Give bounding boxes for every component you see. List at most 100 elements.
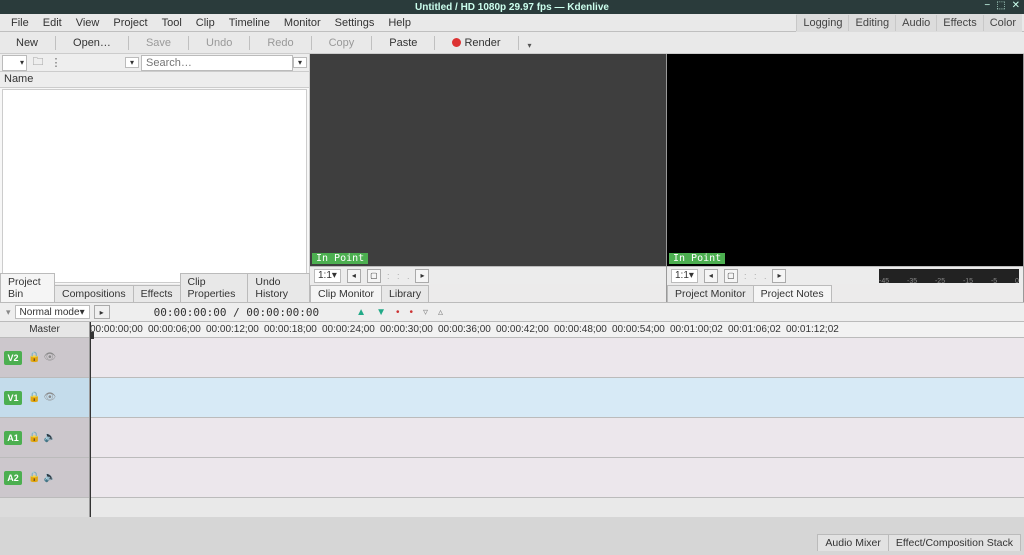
master-track-header[interactable]: Master [0,322,89,338]
ruler-tick: 00:00:54;00 [612,324,670,335]
tab-clip-monitor[interactable]: Clip Monitor [310,285,382,302]
mute-icon[interactable]: 🔈 [43,432,55,443]
project-next-button[interactable]: ▸ [772,269,786,283]
lock-icon[interactable]: 🔒 [28,392,40,403]
timeline-toolbar: ▾ Normal mode ▾ ▸ 00:00:00:00 / 00:00:00… [0,302,1024,322]
tab-compositions[interactable]: Compositions [54,285,134,302]
track-row-a2[interactable] [90,458,1024,498]
track-row-v1[interactable] [90,378,1024,418]
clip-prev-button[interactable]: ◂ [347,269,361,283]
clip-monitor-view[interactable]: In Point [310,54,666,266]
open-button[interactable]: Open… [63,35,121,51]
menu-file[interactable]: File [4,15,36,31]
menu-project[interactable]: Project [106,15,154,31]
track-header-v2[interactable]: V2 🔒👁 [0,338,89,378]
project-monitor-view[interactable]: In Point [667,54,1023,266]
audio-scope: -45 -35 -25 -15 -5 0 [879,269,1019,283]
undo-button[interactable]: Undo [196,35,242,51]
workspace-effects[interactable]: Effects [936,15,982,31]
timeline-ruler[interactable]: 00:00:00;00 00:00:06;00 00:00:12;00 00:0… [90,322,1024,338]
clip-next-button[interactable]: ▸ [415,269,429,283]
clip-in-point-label: In Point [312,253,368,264]
bin-view-dropdown[interactable] [2,55,27,71]
menu-bar: File Edit View Project Tool Clip Timelin… [0,14,1024,32]
redo-button[interactable]: Redo [257,35,303,51]
menu-view[interactable]: View [69,15,107,31]
compositing-dropdown-icon[interactable]: ▾ [6,307,11,318]
folder-icon[interactable]: 🗀 [29,53,47,72]
tab-effects[interactable]: Effects [133,285,181,302]
menu-tool[interactable]: Tool [155,15,189,31]
marker-guide2-icon[interactable]: ▵ [435,307,446,318]
bin-name-header[interactable]: Name [0,72,309,88]
track-badge-v1: V1 [4,391,22,405]
render-dropdown-icon[interactable] [528,39,536,47]
ruler-tick: 00:00:00;00 [90,324,148,335]
lock-icon[interactable]: 🔒 [28,472,40,483]
tab-clip-properties[interactable]: Clip Properties [180,273,249,302]
eye-icon[interactable]: 👁 [43,352,56,363]
project-in-point-label: In Point [669,253,725,264]
lock-icon[interactable]: 🔒 [28,432,40,443]
menu-monitor[interactable]: Monitor [277,15,328,31]
bin-list[interactable] [2,89,307,283]
clip-zoom-select[interactable]: 1:1 ▾ [314,269,341,283]
track-header-a1[interactable]: A1 🔒🔈 [0,418,89,458]
close-icon[interactable]: ✕ [1012,0,1020,11]
save-button[interactable]: Save [136,35,181,51]
menu-settings[interactable]: Settings [328,15,382,31]
tab-project-notes[interactable]: Project Notes [753,285,832,302]
ruler-tick: 00:01:06;02 [728,324,786,335]
marker-end-icon[interactable]: • [407,307,417,318]
menu-timeline[interactable]: Timeline [222,15,277,31]
workspace-color[interactable]: Color [983,15,1022,31]
paste-button[interactable]: Paste [379,35,427,51]
ruler-tick: 00:01:12;02 [786,324,844,335]
workspace-editing[interactable]: Editing [848,15,895,31]
tab-project-monitor[interactable]: Project Monitor [667,285,754,302]
timeline-area[interactable]: 00:00:00;00 00:00:06;00 00:00:12;00 00:0… [90,322,1024,517]
tab-effect-stack[interactable]: Effect/Composition Stack [888,534,1021,551]
menu-clip[interactable]: Clip [189,15,222,31]
marker-in-icon[interactable]: ▲ [353,307,369,318]
sort-icon[interactable]: ⋮ [47,56,65,69]
track-badge-a2: A2 [4,471,22,485]
marker-guide-icon[interactable]: ▿ [420,307,431,318]
track-row-a1[interactable] [90,418,1024,458]
marker-out-icon[interactable]: ▼ [373,307,389,318]
edit-mode-select[interactable]: Normal mode ▾ [15,305,90,319]
tab-audio-mixer[interactable]: Audio Mixer [817,534,888,551]
workspace-audio[interactable]: Audio [895,15,936,31]
menu-edit[interactable]: Edit [36,15,69,31]
project-prev-button[interactable]: ◂ [704,269,718,283]
tab-library[interactable]: Library [381,285,429,302]
new-button[interactable]: New [6,35,48,51]
project-play-button[interactable]: ▢ [724,269,738,283]
eye-icon[interactable]: 👁 [43,392,56,403]
playhead[interactable] [90,322,91,517]
lock-icon[interactable]: 🔒 [28,352,40,363]
menu-help[interactable]: Help [381,15,418,31]
track-header-a2[interactable]: A2 🔒🔈 [0,458,89,498]
ruler-tick: 00:00:36;00 [438,324,496,335]
search-input[interactable] [141,55,293,71]
bin-sort-dropdown[interactable] [125,57,139,68]
minimize-icon[interactable]: − [984,0,990,11]
clip-play-button[interactable]: ▢ [367,269,381,283]
project-zoom-select[interactable]: 1:1 ▾ [671,269,698,283]
marker-start-icon[interactable]: • [393,307,403,318]
track-row-v2[interactable] [90,338,1024,378]
render-button[interactable]: Render [442,35,510,51]
track-badge-a1: A1 [4,431,22,445]
bin-tabs: Project Bin Compositions Effects Clip Pr… [0,284,309,302]
track-header-v1[interactable]: V1 🔒👁 [0,378,89,418]
timeline-panel: Master V2 🔒👁 V1 🔒👁 A1 🔒🔈 A2 🔒🔈 00:00:00;… [0,322,1024,517]
bin-search-options-dropdown[interactable] [293,57,307,68]
workspace-logging[interactable]: Logging [796,15,848,31]
maximize-icon[interactable]: ⬚ [996,0,1005,11]
timeline-play-button[interactable]: ▸ [94,305,110,319]
tab-undo-history[interactable]: Undo History [247,273,310,302]
mute-icon[interactable]: 🔈 [43,472,55,483]
copy-button[interactable]: Copy [319,35,365,51]
tab-project-bin[interactable]: Project Bin [0,273,55,302]
